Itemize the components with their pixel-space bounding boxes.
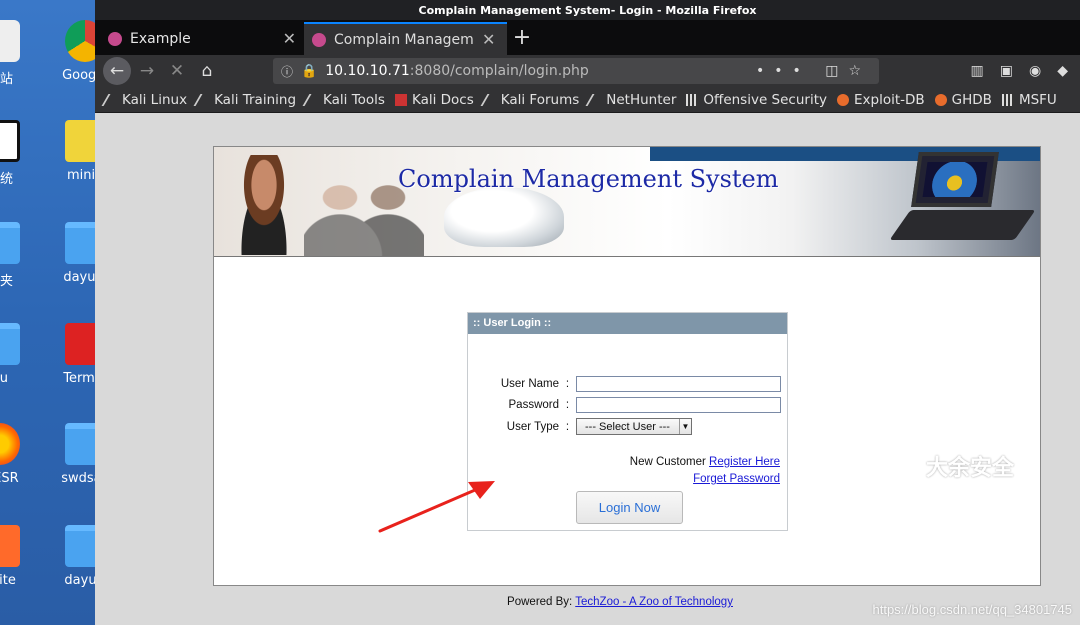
- firefox-window: Complain Management System- Login - Mozi…: [95, 0, 1080, 625]
- system-icon: [0, 120, 20, 162]
- bookmark-msfu[interactable]: MSFU: [1001, 92, 1057, 108]
- forward-button[interactable]: →: [133, 57, 161, 85]
- bookmarks-toolbar: Kali Linux Kali Training Kali Tools Kali…: [95, 87, 1080, 113]
- insecure-lock-icon[interactable]: 🔒: [301, 64, 317, 79]
- kali-icon: [585, 93, 605, 106]
- bookmark-star-icon[interactable]: ☆: [848, 63, 871, 79]
- techzoo-link[interactable]: TechZoo - A Zoo of Technology: [575, 596, 733, 608]
- trash-icon: [0, 20, 20, 62]
- url-path: :8080/complain/login.php: [409, 63, 589, 79]
- password-label: Password: [508, 399, 560, 411]
- tab-favicon-icon: [312, 32, 326, 47]
- msfu-icon: [1001, 93, 1014, 106]
- forget-row: Forget Password: [693, 473, 780, 485]
- tab-bar: Example ✕ Complain Management Sy ✕ +: [95, 20, 1080, 55]
- page-container: Complain Management System :: User Login…: [213, 146, 1041, 586]
- navigation-toolbar: ← → ✕ ⌂ ⓘ 🔒 10.10.10.71 :8080/complain/l…: [95, 55, 1080, 87]
- extension-icon[interactable]: ◆: [1057, 63, 1068, 79]
- info-icon[interactable]: ⓘ: [281, 63, 297, 80]
- desktop-icon-terminal[interactable]: Termin: [30, 323, 100, 386]
- bookmark-kali-linux[interactable]: Kali Linux: [101, 92, 187, 108]
- annotation-arrow: [378, 481, 495, 533]
- sidebar-icon[interactable]: ▣: [1000, 63, 1013, 79]
- bookmark-nethunter[interactable]: NetHunter: [585, 92, 676, 108]
- close-tab-icon[interactable]: ✕: [482, 30, 495, 49]
- kali-icon: [480, 93, 500, 106]
- window-titlebar: Complain Management System- Login - Mozi…: [95, 0, 1080, 20]
- account-icon[interactable]: ◉: [1029, 63, 1041, 79]
- usertype-label: User Type: [506, 420, 559, 433]
- desktop-icon-minio[interactable]: minio: [30, 120, 100, 183]
- url-host: 10.10.10.71: [325, 63, 410, 79]
- url-bar[interactable]: ⓘ 🔒 10.10.10.71 :8080/complain/login.php…: [273, 58, 879, 84]
- kali-icon: [101, 93, 121, 106]
- csdn-watermark: https://blog.csdn.net/qq_34801745: [872, 602, 1073, 617]
- kali-icon: [302, 93, 322, 106]
- tab-complain-login[interactable]: Complain Management Sy ✕: [304, 22, 507, 55]
- support-agent-image: [229, 155, 299, 255]
- desktop-icon-dayum[interactable]: dayuM: [30, 222, 100, 285]
- tab-favicon-icon: [108, 31, 122, 46]
- username-input[interactable]: [576, 376, 781, 392]
- firefox-icon: [0, 423, 20, 465]
- bookmark-kali-docs[interactable]: Kali Docs: [394, 92, 474, 108]
- pocket-icon[interactable]: ◫: [825, 63, 848, 79]
- site-banner: Complain Management System: [214, 147, 1040, 257]
- bookmark-kali-tools[interactable]: Kali Tools: [302, 92, 385, 108]
- bookmark-kali-forums[interactable]: Kali Forums: [480, 92, 579, 108]
- page-actions[interactable]: ••• ◫☆: [756, 63, 871, 79]
- folder-icon: [0, 323, 20, 365]
- usertype-row: User Type : --- Select User --- ▼: [468, 418, 692, 435]
- back-button[interactable]: ←: [103, 57, 131, 85]
- forget-password-link[interactable]: Forget Password: [693, 473, 780, 485]
- kali-icon: [193, 93, 213, 106]
- login-panel: :: User Login :: User Name : Password : …: [467, 312, 788, 531]
- close-tab-icon[interactable]: ✕: [283, 29, 296, 48]
- register-link[interactable]: Register Here: [709, 456, 780, 468]
- exploitdb-icon: [837, 93, 849, 106]
- bookmark-offensive-security[interactable]: Offensive Security: [686, 92, 827, 108]
- new-tab-button[interactable]: +: [507, 22, 537, 55]
- home-button[interactable]: ⌂: [193, 57, 221, 85]
- mouse-image: [444, 187, 564, 247]
- chevron-down-icon: ▼: [679, 419, 691, 434]
- stop-button[interactable]: ✕: [163, 57, 191, 85]
- more-actions-icon[interactable]: •••: [756, 63, 811, 79]
- username-label: User Name: [500, 378, 559, 390]
- desktop-icon-swdsac[interactable]: swdsac: [30, 423, 100, 486]
- password-row: Password :: [468, 397, 781, 413]
- site-title: Complain Management System: [398, 165, 779, 193]
- kali-docs-icon: [394, 93, 407, 106]
- ghdb-icon: [934, 93, 947, 106]
- password-input[interactable]: [576, 397, 781, 413]
- desktop-icon-dayur[interactable]: dayuR: [30, 525, 100, 588]
- tab-example[interactable]: Example ✕: [100, 22, 304, 55]
- window-title: Complain Management System- Login - Mozi…: [418, 3, 757, 17]
- bookmark-ghdb[interactable]: GHDB: [934, 92, 992, 108]
- wechat-icon: [890, 454, 920, 478]
- offsec-icon: [686, 93, 699, 106]
- register-row: New Customer Register Here: [629, 456, 780, 468]
- user-type-select[interactable]: --- Select User --- ▼: [576, 418, 692, 435]
- bookmark-kali-training[interactable]: Kali Training: [193, 92, 296, 108]
- burpsuite-icon: [0, 525, 20, 567]
- folder-icon: [0, 222, 20, 264]
- toolbar-right: ▥ ▣ ◉ ◆: [971, 63, 1072, 79]
- watermark: 大余安全: [890, 450, 1014, 482]
- login-button[interactable]: Login Now: [576, 491, 683, 524]
- laptop-image: [889, 152, 1036, 247]
- bookmark-exploit-db[interactable]: Exploit-DB: [837, 92, 925, 108]
- desktop: 收站 Google 系统 minio 件夹 dayuM yu Termin x …: [0, 0, 100, 625]
- page-viewport: Complain Management System :: User Login…: [95, 113, 1080, 625]
- desktop-icon-google[interactable]: Google: [30, 20, 100, 83]
- username-row: User Name :: [468, 376, 781, 392]
- login-header: :: User Login ::: [468, 313, 787, 334]
- library-icon[interactable]: ▥: [971, 63, 984, 79]
